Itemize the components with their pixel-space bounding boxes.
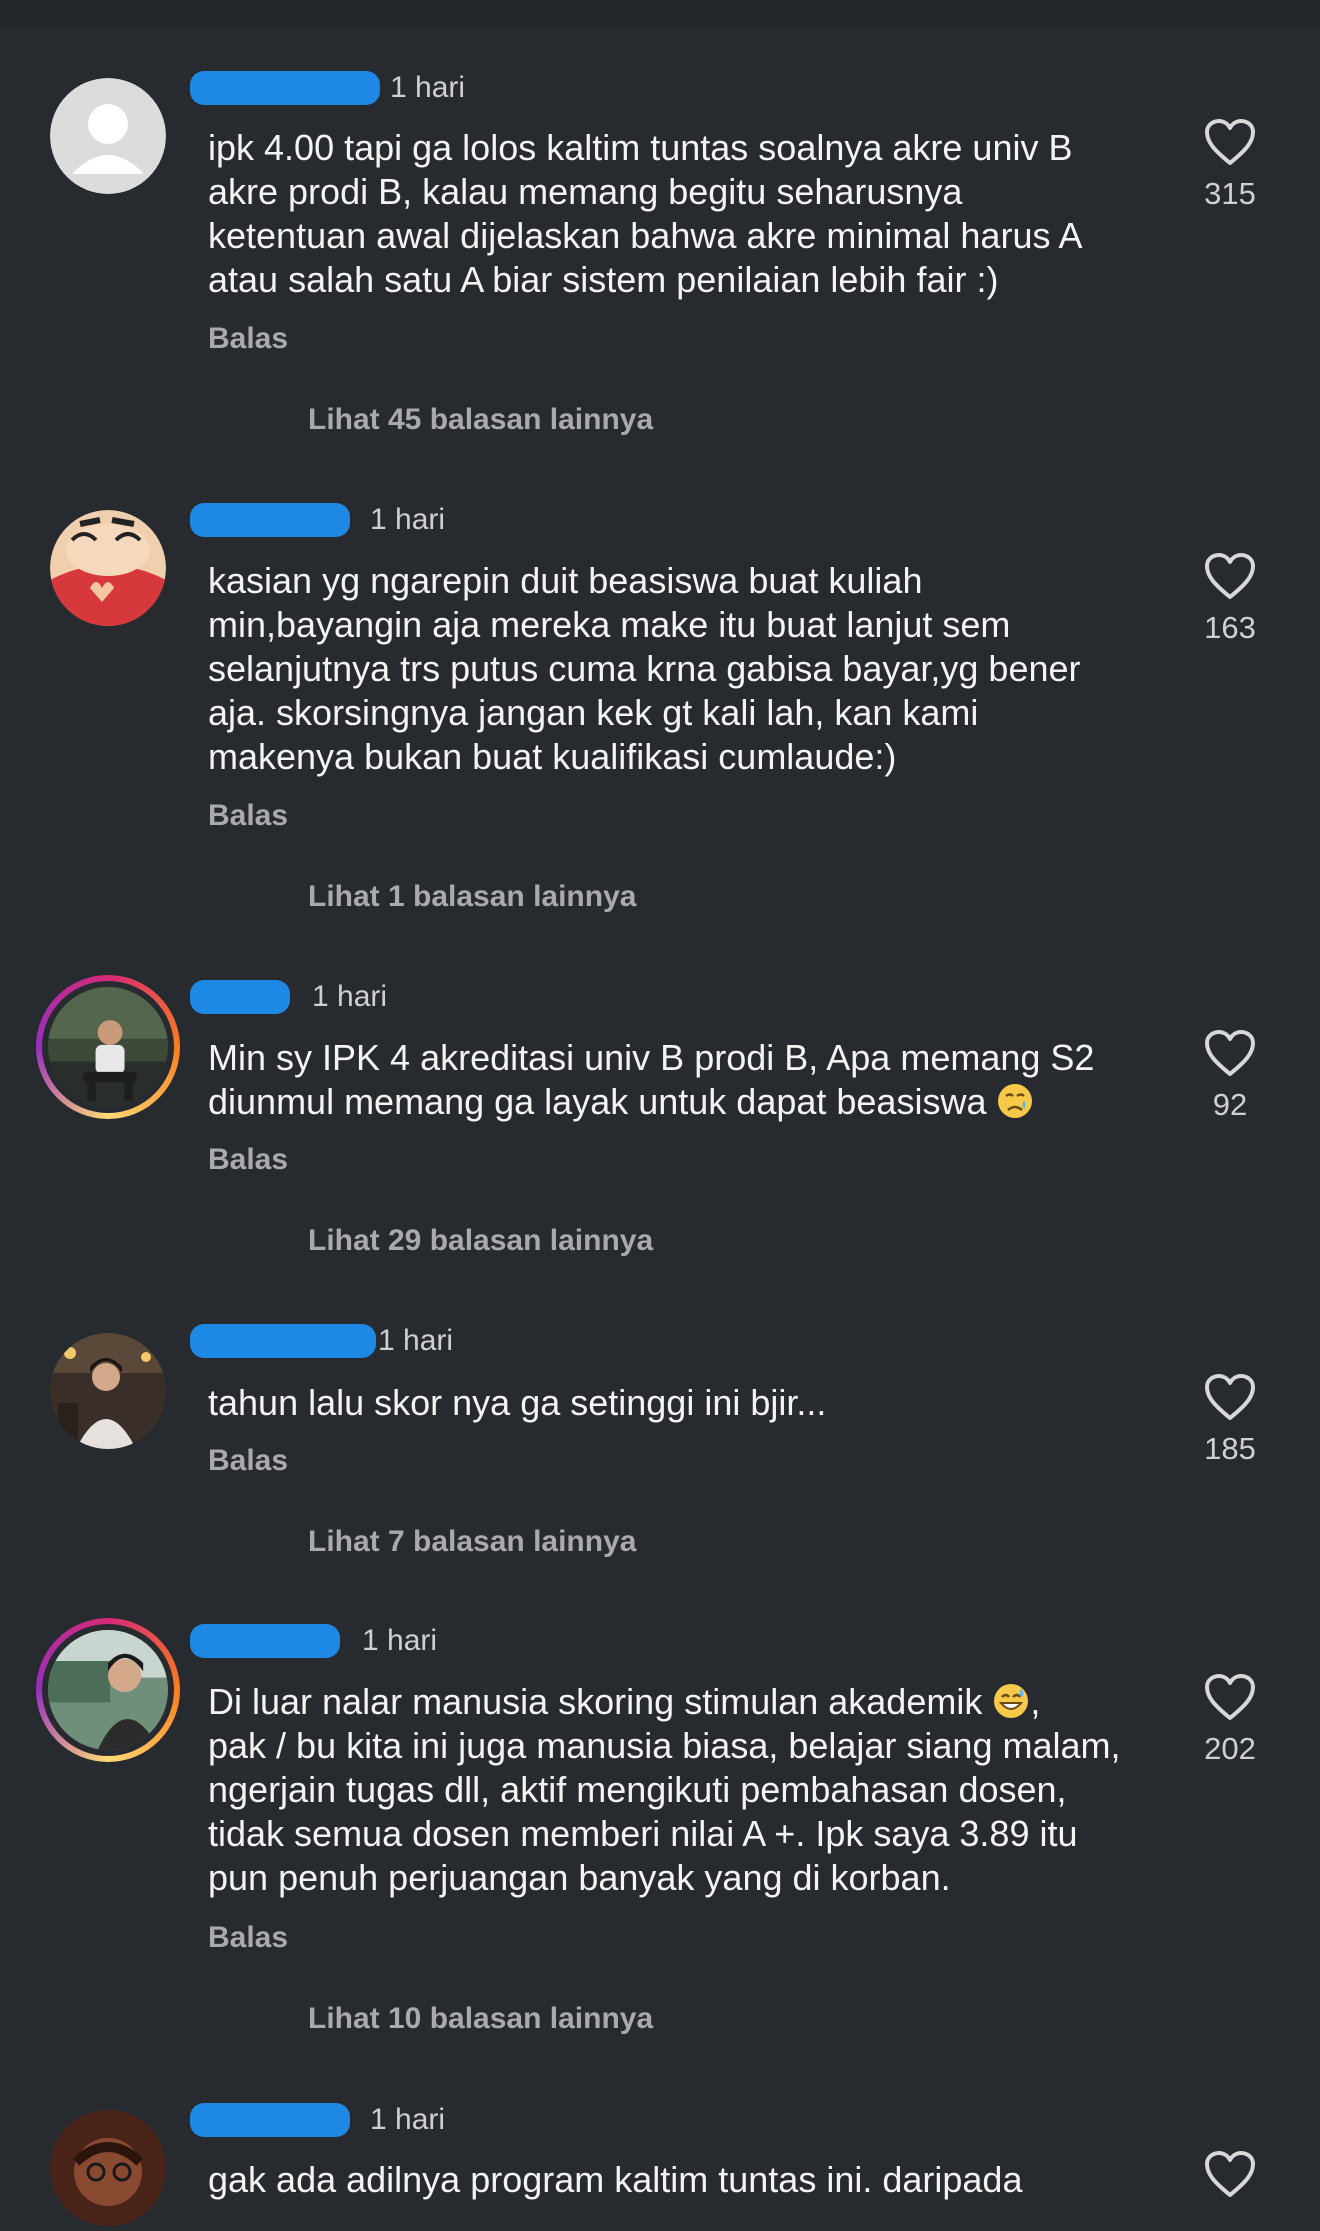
- reply-button[interactable]: Balas: [208, 1143, 288, 1177]
- comment-meta: 1 hari: [190, 1621, 437, 1661]
- heart-icon[interactable]: [1204, 1373, 1256, 1421]
- comment-text-line1-suffix: ,: [1030, 1681, 1041, 1722]
- comment-text: Min sy IPK 4 akreditasi univ B prodi B, …: [208, 1036, 1158, 1124]
- comment-meta: 1 hari: [190, 2100, 445, 2140]
- photo-avatar-icon: [50, 1333, 166, 1449]
- redacted-username: [190, 980, 290, 1014]
- like-count: 315: [1204, 176, 1256, 211]
- heart-icon[interactable]: [1204, 1673, 1256, 1721]
- crying-face-icon: [998, 1084, 1033, 1118]
- redacted-username: [190, 1324, 376, 1358]
- comment-time: 1 hari: [312, 980, 388, 1013]
- photo-avatar-icon: [48, 1630, 168, 1750]
- comment-meta: 1 hari: [190, 500, 445, 540]
- heart-icon[interactable]: [1204, 2150, 1256, 2198]
- avatar[interactable]: [50, 2110, 166, 2226]
- heart-icon[interactable]: [1204, 552, 1256, 600]
- comment-text: tahun lalu skor nya ga setinggi ini bjir…: [208, 1382, 827, 1423]
- reply-button[interactable]: Balas: [208, 322, 288, 356]
- avatar[interactable]: [50, 1333, 166, 1449]
- avatar-with-story-ring[interactable]: [36, 975, 180, 1119]
- like-control[interactable]: 92: [1190, 1029, 1270, 1123]
- cartoon-avatar-icon: [50, 510, 166, 626]
- heart-icon[interactable]: [1204, 1029, 1256, 1077]
- like-count: 163: [1204, 610, 1256, 645]
- comment-text: gak ada adilnya program kaltim tuntas in…: [208, 2159, 1023, 2200]
- comment-text-body: Min sy IPK 4 akreditasi univ B prodi B, …: [208, 1037, 1095, 1122]
- view-replies-link[interactable]: Lihat 10 balasan lainnya: [308, 2002, 653, 2036]
- reply-button[interactable]: Balas: [208, 1921, 288, 1955]
- view-replies-link[interactable]: Lihat 45 balasan lainnya: [308, 403, 653, 437]
- redacted-username: [190, 2103, 350, 2137]
- heart-icon[interactable]: [1204, 118, 1256, 166]
- reply-button[interactable]: Balas: [208, 799, 288, 833]
- comment-meta: 1 hari: [190, 977, 387, 1017]
- like-control[interactable]: 163: [1190, 552, 1270, 646]
- comment-meta: 1 hari: [190, 1321, 453, 1361]
- comment-text-line1: Di luar nalar manusia skoring stimulan a…: [208, 1681, 983, 1722]
- like-control[interactable]: 315: [1190, 118, 1270, 212]
- comment-text: kasian yg ngarepin duit beasiswa buat ku…: [208, 560, 1081, 777]
- avatar-with-story-ring[interactable]: [36, 1618, 180, 1762]
- like-count: 92: [1212, 1087, 1248, 1122]
- comment-time: 1 hari: [370, 503, 446, 536]
- photo-avatar-icon: [48, 987, 168, 1107]
- default-avatar-icon: [50, 78, 166, 194]
- comment-text: ipk 4.00 tapi ga lolos kaltim tuntas soa…: [208, 127, 1083, 300]
- status-strip: [0, 0, 1320, 26]
- view-replies-link[interactable]: Lihat 7 balasan lainnya: [308, 1525, 636, 1559]
- photo-avatar-icon: [50, 2110, 166, 2226]
- like-count: 202: [1204, 1731, 1256, 1766]
- redacted-username: [190, 71, 380, 105]
- like-count: 185: [1204, 1431, 1256, 1466]
- like-control[interactable]: 202: [1190, 1673, 1270, 1767]
- view-replies-link[interactable]: Lihat 29 balasan lainnya: [308, 1224, 653, 1258]
- grinning-sweat-face-icon: [994, 1684, 1029, 1718]
- comment-meta: 1 hari: [190, 68, 465, 108]
- avatar[interactable]: [50, 510, 166, 626]
- reply-button[interactable]: Balas: [208, 1444, 288, 1478]
- comment-time: 1 hari: [370, 2103, 446, 2136]
- like-control[interactable]: [1190, 2150, 1270, 2198]
- avatar[interactable]: [50, 78, 166, 194]
- like-control[interactable]: 185: [1190, 1373, 1270, 1467]
- comment-time: 1 hari: [390, 71, 466, 104]
- redacted-username: [190, 1624, 340, 1658]
- comment-text: Di luar nalar manusia skoring stimulan a…: [208, 1680, 1158, 1900]
- comment-time: 1 hari: [362, 1624, 438, 1657]
- redacted-username: [190, 503, 350, 537]
- view-replies-link[interactable]: Lihat 1 balasan lainnya: [308, 880, 636, 914]
- comment-time: 1 hari: [378, 1324, 454, 1357]
- comment-text-rest: pak / bu kita ini juga manusia biasa, be…: [208, 1725, 1121, 1898]
